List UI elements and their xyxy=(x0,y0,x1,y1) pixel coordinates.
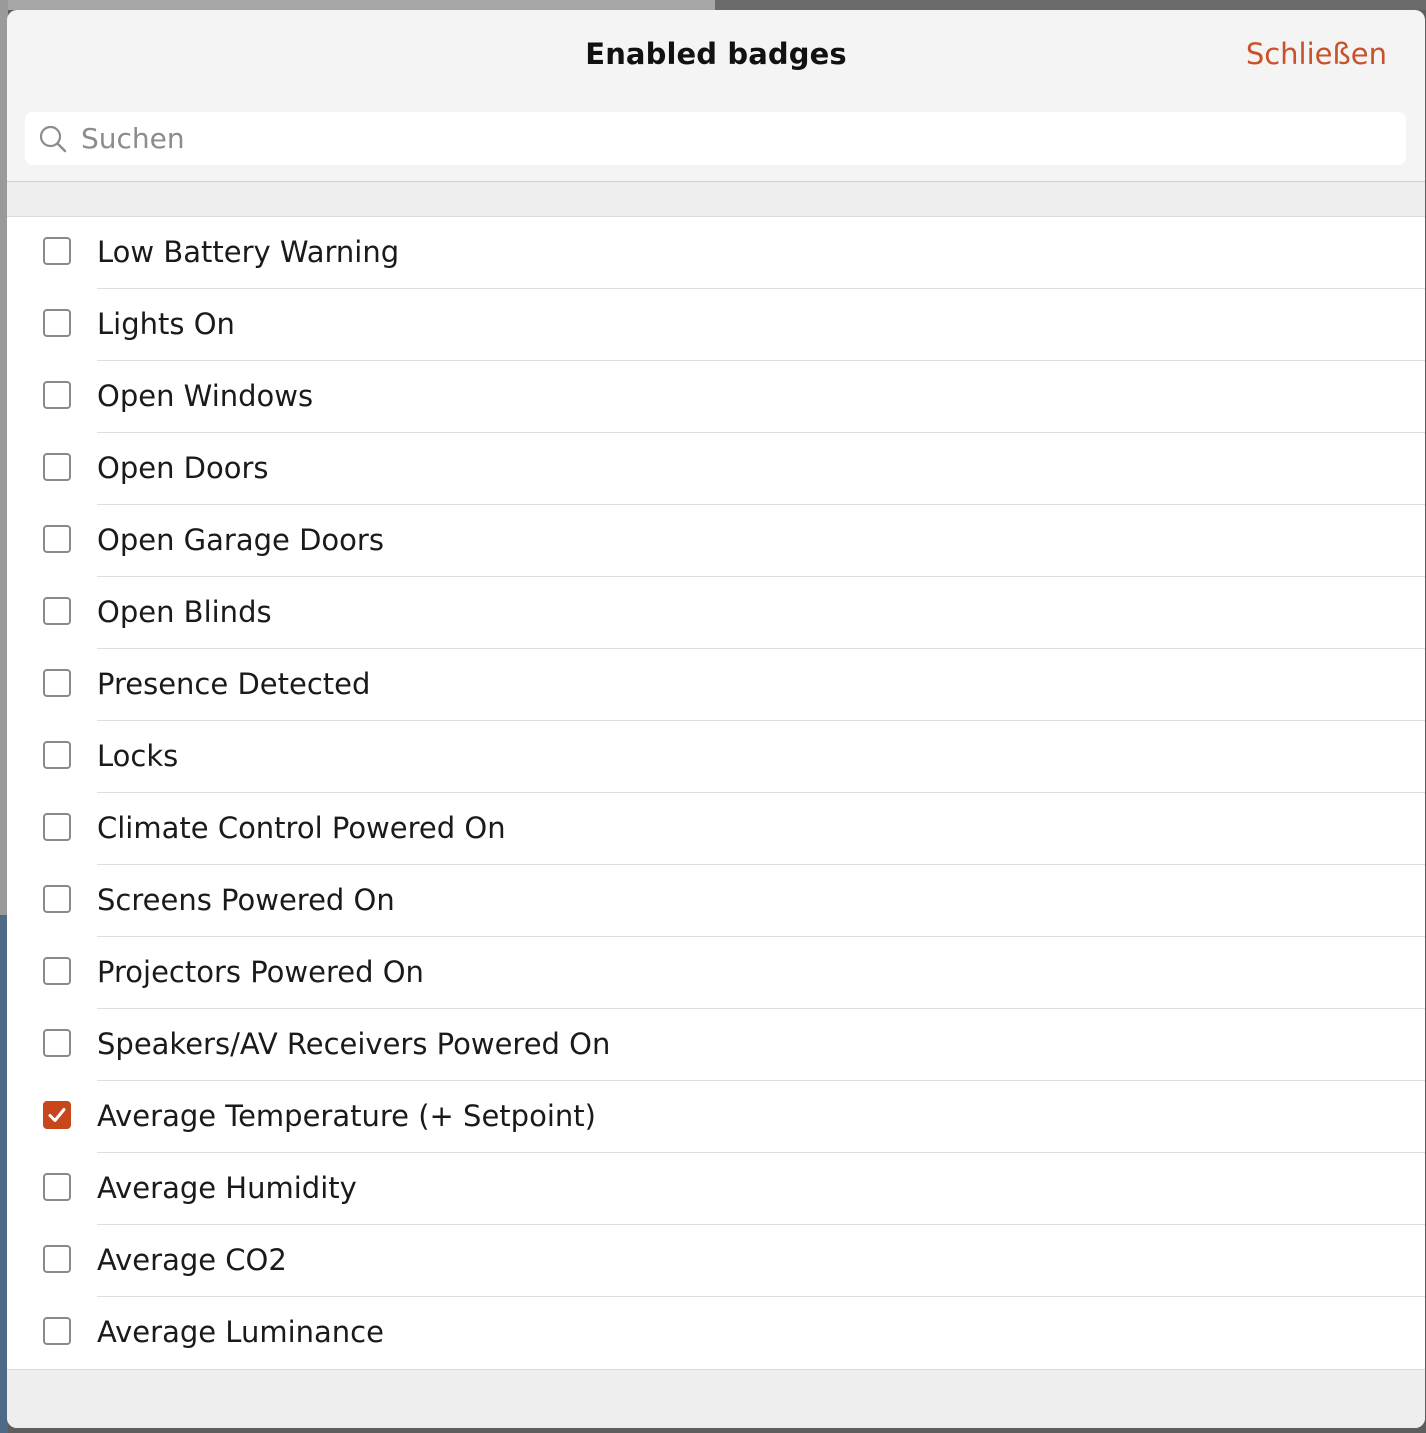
badge-list-item[interactable]: Projectors Powered On xyxy=(7,937,1425,1009)
badge-checkbox[interactable] xyxy=(43,741,71,769)
badge-list-item[interactable]: Average CO2 xyxy=(7,1225,1425,1297)
badge-checkbox[interactable] xyxy=(43,1029,71,1057)
badge-list-item[interactable]: Climate Control Powered On xyxy=(7,793,1425,865)
badge-list-item[interactable]: Open Garage Doors xyxy=(7,505,1425,577)
badge-list: Low Battery Warning Lights On Open Windo… xyxy=(7,217,1425,1369)
badge-list-item[interactable]: Low Battery Warning xyxy=(7,217,1425,289)
badge-label: Presence Detected xyxy=(97,667,371,701)
badge-list-item[interactable]: Open Windows xyxy=(7,361,1425,433)
badge-checkbox[interactable] xyxy=(43,453,71,481)
badge-label: Average Humidity xyxy=(97,1171,357,1205)
search-input[interactable] xyxy=(79,121,1383,156)
badge-list-item[interactable]: Screens Powered On xyxy=(7,865,1425,937)
badge-label: Screens Powered On xyxy=(97,883,395,917)
badge-checkbox[interactable] xyxy=(43,957,71,985)
badge-list-item[interactable]: Open Blinds xyxy=(7,577,1425,649)
badge-list-item[interactable]: Average Temperature (+ Setpoint) xyxy=(7,1081,1425,1153)
badge-checkbox[interactable] xyxy=(43,885,71,913)
section-spacer xyxy=(7,182,1425,217)
badge-list-item[interactable]: Open Doors xyxy=(7,433,1425,505)
badge-list-item[interactable]: Average Luminance xyxy=(7,1297,1425,1369)
badge-label: Open Garage Doors xyxy=(97,523,384,557)
background-window-top xyxy=(0,0,1426,10)
badge-label: Average Temperature (+ Setpoint) xyxy=(97,1099,596,1133)
close-button[interactable]: Schließen xyxy=(1246,37,1387,71)
badge-list-item[interactable]: Lights On xyxy=(7,289,1425,361)
badge-checkbox[interactable] xyxy=(43,1173,71,1201)
badge-label: Projectors Powered On xyxy=(97,955,424,989)
badge-label: Lights On xyxy=(97,307,235,341)
badge-label: Average Luminance xyxy=(97,1315,384,1349)
badge-checkbox[interactable] xyxy=(43,525,71,553)
modal-title: Enabled badges xyxy=(585,37,847,71)
modal-footer xyxy=(7,1369,1425,1428)
badge-checkbox[interactable] xyxy=(43,669,71,697)
badge-label: Average CO2 xyxy=(97,1243,287,1277)
badge-label: Low Battery Warning xyxy=(97,235,400,269)
badge-checkbox[interactable] xyxy=(43,1317,71,1345)
badge-label: Open Windows xyxy=(97,379,314,413)
badge-list-item[interactable]: Locks xyxy=(7,721,1425,793)
badge-checkbox[interactable] xyxy=(43,381,71,409)
badge-label: Open Blinds xyxy=(97,595,272,629)
badge-checkbox-checked[interactable] xyxy=(43,1101,71,1129)
badge-checkbox[interactable] xyxy=(43,597,71,625)
badge-list-item[interactable]: Presence Detected xyxy=(7,649,1425,721)
checkmark-icon xyxy=(48,1108,66,1122)
badge-label: Speakers/AV Receivers Powered On xyxy=(97,1027,611,1061)
badge-checkbox[interactable] xyxy=(43,237,71,265)
modal-header: Enabled badges Schließen xyxy=(7,10,1425,110)
search-bar[interactable] xyxy=(25,112,1406,165)
enabled-badges-modal: Enabled badges Schließen Low Battery War… xyxy=(7,10,1425,1428)
badge-checkbox[interactable] xyxy=(43,1245,71,1273)
search-icon xyxy=(37,123,69,155)
badge-label: Locks xyxy=(97,739,179,773)
badge-list-item[interactable]: Speakers/AV Receivers Powered On xyxy=(7,1009,1425,1081)
badge-label: Climate Control Powered On xyxy=(97,811,506,845)
badge-list-item[interactable]: Average Humidity xyxy=(7,1153,1425,1225)
badge-checkbox[interactable] xyxy=(43,309,71,337)
badge-checkbox[interactable] xyxy=(43,813,71,841)
badge-label: Open Doors xyxy=(97,451,269,485)
